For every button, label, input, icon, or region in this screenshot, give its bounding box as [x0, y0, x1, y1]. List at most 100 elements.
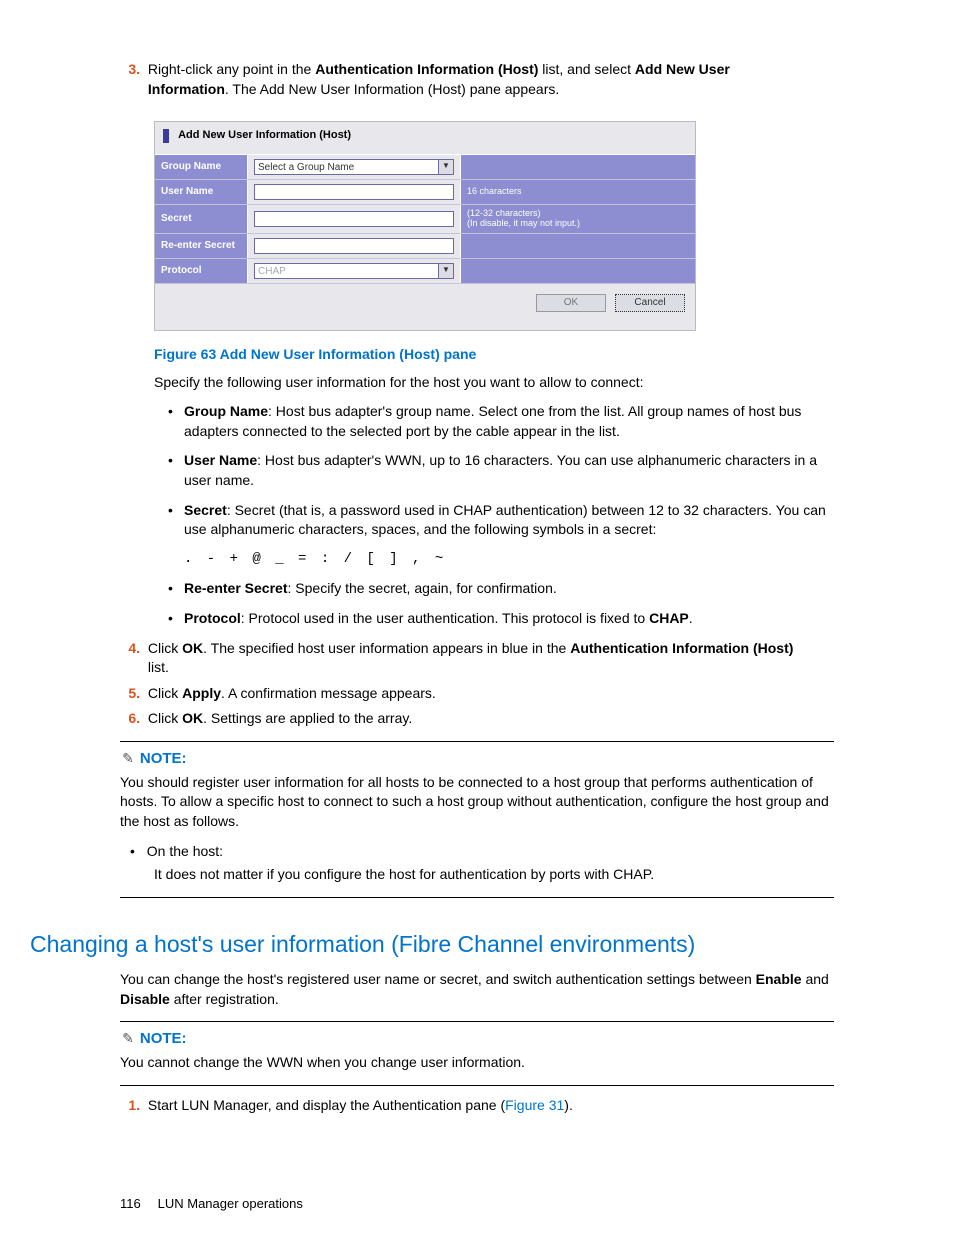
label: Group Name: [155, 155, 248, 180]
list-item: On the host: It does not matter if you c…: [130, 842, 834, 885]
step-3: 3. Right-click any point in the Authenti…: [120, 60, 834, 99]
step-text: Click OK. Settings are applied to the ar…: [148, 709, 798, 729]
dialog-pane: Add New User Information (Host) Group Na…: [154, 121, 696, 331]
step-number: 1.: [120, 1096, 140, 1116]
text: On the host:: [147, 843, 223, 859]
note-bullets: On the host: It does not matter if you c…: [130, 842, 834, 885]
step-text: Click OK. The specified host user inform…: [148, 639, 798, 678]
bold: Enable: [756, 971, 802, 987]
step-text: Right-click any point in the Authenticat…: [148, 60, 798, 99]
select-value: CHAP: [254, 263, 438, 279]
bold: Apply: [182, 685, 221, 701]
bold: User Name: [184, 452, 257, 468]
step-number: 4.: [120, 639, 140, 659]
text: : Host bus adapter's WWN, up to 16 chara…: [184, 452, 817, 488]
hint: [461, 233, 696, 258]
bold: Secret: [184, 502, 227, 518]
bold: Re-enter Secret: [184, 580, 288, 596]
row-reenter-secret: Re-enter Secret: [155, 233, 695, 258]
chevron-down-icon[interactable]: ▼: [438, 263, 454, 279]
section-step-1: 1. Start LUN Manager, and display the Au…: [120, 1096, 834, 1116]
page-number: 116: [120, 1195, 154, 1213]
row-protocol: Protocol CHAP ▼: [155, 258, 695, 283]
figure-xref[interactable]: Figure 31: [505, 1097, 564, 1113]
cancel-button[interactable]: Cancel: [615, 294, 685, 312]
dialog-header: Add New User Information (Host): [155, 122, 695, 154]
note-block: ✎ NOTE: You should register user informa…: [120, 748, 834, 885]
text: after registration.: [170, 991, 279, 1007]
hint: [461, 258, 696, 283]
bold: Authentication Information (Host): [315, 61, 538, 77]
dialog-title: Add New User Information (Host): [178, 129, 351, 141]
text: (12-32 characters): [467, 208, 541, 218]
paragraph: Specify the following user information f…: [154, 373, 834, 393]
dialog-form: Group Name Select a Group Name ▼ User Na…: [155, 154, 695, 284]
step-text: Click Apply. A confirmation message appe…: [148, 684, 798, 704]
secret-input[interactable]: [254, 211, 454, 227]
section-heading: Changing a host's user information (Fibr…: [30, 928, 834, 960]
bold: Disable: [120, 991, 170, 1007]
step-5: 5. Click Apply. A confirmation message a…: [120, 684, 834, 704]
bold: OK: [182, 710, 203, 726]
row-secret: Secret (12-32 characters) (In disable, i…: [155, 205, 695, 234]
bold: Group Name: [184, 403, 268, 419]
step-number: 5.: [120, 684, 140, 704]
field-description-list-2: Re-enter Secret: Specify the secret, aga…: [164, 579, 834, 628]
symbol-list: . - + @ _ = : / [ ] , ~: [184, 550, 834, 570]
bold: OK: [182, 640, 203, 656]
step-4: 4. Click OK. The specified host user inf…: [120, 639, 834, 678]
protocol-select[interactable]: CHAP ▼: [248, 258, 461, 283]
bold: CHAP: [649, 610, 689, 626]
chevron-down-icon[interactable]: ▼: [438, 159, 454, 175]
hint: 16 characters: [461, 180, 696, 205]
divider: [120, 1085, 834, 1086]
text: . The Add New User Information (Host) pa…: [225, 81, 559, 97]
list-item: Secret: Secret (that is, a password used…: [164, 501, 834, 540]
select-value: Select a Group Name: [254, 159, 438, 175]
text: Click: [148, 685, 182, 701]
divider: [120, 1021, 834, 1022]
figure-caption: Figure 63 Add New User Information (Host…: [154, 345, 834, 365]
ok-button[interactable]: OK: [536, 294, 606, 312]
text: . The specified host user information ap…: [203, 640, 570, 656]
text: : Specify the secret, again, for confirm…: [288, 580, 557, 596]
text: ).: [564, 1097, 573, 1113]
list-item: Re-enter Secret: Specify the secret, aga…: [164, 579, 834, 599]
list-item: Protocol: Protocol used in the user auth…: [164, 609, 834, 629]
text: : Secret (that is, a password used in CH…: [184, 502, 826, 538]
divider: [120, 741, 834, 742]
step-number: 6.: [120, 709, 140, 729]
row-user-name: User Name 16 characters: [155, 180, 695, 205]
paragraph: You can change the host's registered use…: [120, 970, 834, 1009]
note-label: NOTE:: [140, 1030, 187, 1047]
row-group-name: Group Name Select a Group Name ▼: [155, 155, 695, 180]
text: : Host bus adapter's group name. Select …: [184, 403, 801, 439]
step-text: Start LUN Manager, and display the Authe…: [148, 1096, 798, 1116]
list-item: User Name: Host bus adapter's WWN, up to…: [164, 451, 834, 490]
user-name-input[interactable]: [254, 184, 454, 200]
text: Click: [148, 640, 182, 656]
text: Start LUN Manager, and display the Authe…: [148, 1097, 505, 1113]
text: . Settings are applied to the array.: [203, 710, 412, 726]
list-item: Group Name: Host bus adapter's group nam…: [164, 402, 834, 441]
field-description-list: Group Name: Host bus adapter's group nam…: [164, 402, 834, 540]
note-body: You cannot change the WWN when you chang…: [120, 1053, 834, 1073]
label: Protocol: [155, 258, 248, 283]
text: Right-click any point in the: [148, 61, 315, 77]
note-body: You should register user information for…: [120, 773, 834, 832]
note-icon: ✎: [120, 749, 136, 769]
text: Click: [148, 710, 182, 726]
note-icon: ✎: [120, 1029, 136, 1049]
label: Secret: [155, 205, 248, 234]
reenter-secret-input[interactable]: [254, 238, 454, 254]
step-number: 3.: [120, 60, 140, 80]
text: You can change the host's registered use…: [120, 971, 756, 987]
text: list, and select: [538, 61, 635, 77]
text: list.: [148, 659, 169, 675]
text: .: [689, 610, 693, 626]
hint: [461, 155, 696, 180]
title-marker: [163, 129, 169, 143]
group-name-select[interactable]: Select a Group Name ▼: [248, 155, 461, 180]
note-subtext: It does not matter if you configure the …: [154, 865, 834, 885]
text: (In disable, it may not input.): [467, 218, 580, 228]
